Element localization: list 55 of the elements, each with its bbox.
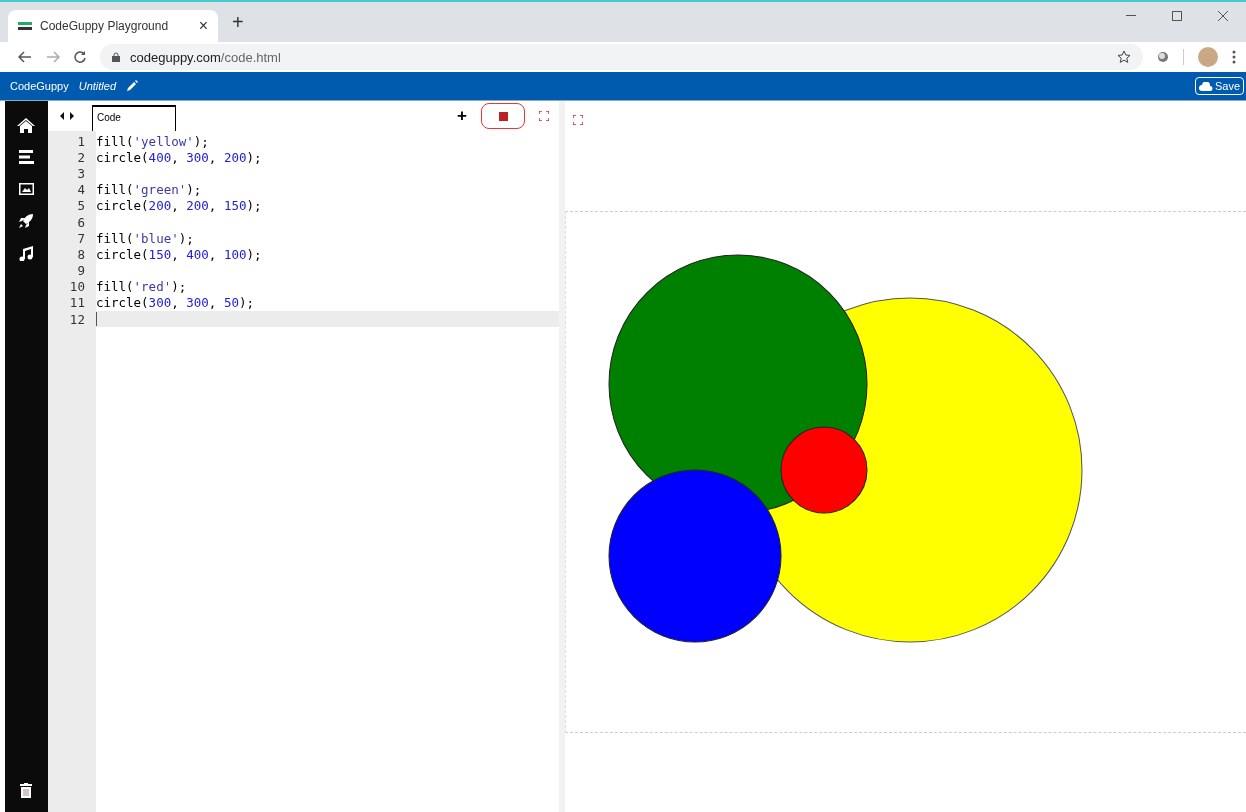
reload-icon[interactable] — [74, 51, 86, 63]
code-line: circle(200, 200, 150); — [95, 198, 262, 214]
logo-icon — [18, 22, 32, 30]
line-number: 1 — [76, 133, 86, 149]
cloud-icon — [1198, 81, 1213, 91]
more-menu-icon[interactable] — [1232, 50, 1236, 64]
tab-title: CodeGuppy Playground — [40, 19, 170, 33]
line-number: 4 — [76, 182, 86, 198]
line-number: 12 — [68, 311, 86, 327]
code-line: fill('green'); — [95, 182, 202, 198]
line-number: 7 — [76, 230, 86, 246]
extension-icon[interactable] — [1157, 51, 1169, 63]
line-number: 6 — [76, 214, 86, 230]
project-name: Untitled — [78, 80, 116, 92]
url-text: codeguppy.com/code.html — [130, 49, 281, 65]
lock-icon — [112, 52, 120, 62]
code-line: fill('blue'); — [95, 230, 194, 246]
browser-tab[interactable]: CodeGuppy Playground × — [8, 10, 218, 42]
home-icon[interactable] — [17, 117, 36, 133]
line-number: 8 — [76, 246, 86, 262]
new-tab-button[interactable]: + — [232, 10, 244, 34]
fullscreen-icon[interactable] — [573, 115, 583, 125]
stop-button[interactable] — [481, 103, 525, 129]
back-arrow-icon[interactable] — [18, 51, 32, 63]
code-line: circle(300, 300, 50); — [95, 295, 254, 311]
line-number: 11 — [68, 295, 86, 311]
brand-name[interactable]: CodeGuppy — [10, 80, 69, 92]
code-line: fill('yellow'); — [95, 133, 209, 149]
pencil-icon[interactable] — [126, 80, 138, 92]
code-line: circle(150, 400, 100); — [95, 246, 262, 262]
fullscreen-icon[interactable] — [539, 111, 549, 121]
maximize-icon[interactable] — [1172, 11, 1182, 21]
arrows-icon[interactable] — [59, 112, 74, 120]
stop-icon — [498, 111, 508, 121]
line-number: 10 — [68, 279, 86, 295]
address-field[interactable]: codeguppy.com/code.html — [100, 44, 1143, 70]
rocket-icon[interactable] — [18, 213, 35, 229]
text-cursor — [95, 312, 97, 327]
image-icon[interactable] — [18, 183, 34, 195]
close-icon[interactable] — [1218, 11, 1228, 21]
add-button[interactable]: + — [457, 106, 467, 126]
line-number: 3 — [76, 165, 86, 181]
star-icon[interactable] — [1117, 50, 1131, 64]
trash-icon[interactable] — [20, 782, 33, 798]
save-button[interactable]: Save — [1194, 77, 1244, 95]
code-line: circle(400, 300, 200); — [95, 149, 262, 165]
menu-icon[interactable] — [18, 150, 34, 164]
code-tab[interactable]: Code — [91, 105, 176, 131]
music-note-icon[interactable] — [19, 245, 34, 261]
line-number: 5 — [76, 198, 86, 214]
code-line: fill('red'); — [95, 279, 187, 295]
line-number: 2 — [76, 149, 86, 165]
line-number: 9 — [76, 263, 86, 279]
minimize-icon[interactable] — [1126, 15, 1136, 17]
close-tab-button[interactable]: × — [198, 17, 208, 35]
